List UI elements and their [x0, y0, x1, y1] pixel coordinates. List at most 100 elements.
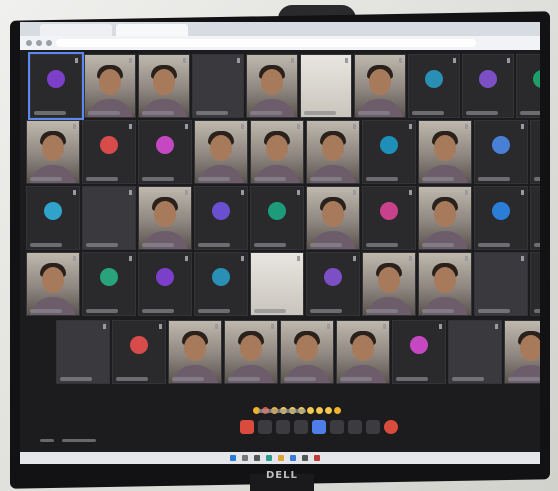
browser-tab-active[interactable]: [116, 24, 188, 36]
participant-video-face: [520, 334, 540, 361]
participant-name-label: [60, 377, 92, 381]
participant-tile[interactable]: [418, 120, 472, 184]
participant-name-label: [34, 111, 66, 115]
participant-tile[interactable]: [362, 252, 416, 316]
participants-icon[interactable]: [294, 420, 308, 434]
participant-avatar: [156, 267, 174, 286]
participant-name-label: [172, 377, 204, 381]
reaction-emoji-icon[interactable]: [334, 407, 341, 414]
participant-tile[interactable]: [82, 252, 136, 316]
reactions-icon[interactable]: [330, 420, 344, 434]
participant-tile[interactable]: [194, 252, 248, 316]
participant-tile[interactable]: [224, 320, 278, 384]
participant-tile[interactable]: [280, 320, 334, 384]
reaction-emoji-icon[interactable]: [316, 407, 323, 414]
participant-tile[interactable]: [448, 320, 502, 384]
participant-tile[interactable]: [250, 186, 304, 250]
video-icon[interactable]: [276, 420, 290, 434]
participant-tile[interactable]: [462, 54, 514, 118]
url-field[interactable]: [56, 39, 476, 47]
explorer-icon[interactable]: [278, 455, 284, 461]
mic-icon: [129, 190, 132, 195]
participant-tile[interactable]: [28, 52, 84, 120]
participant-tile[interactable]: [138, 54, 190, 118]
apps-icon[interactable]: [348, 420, 362, 434]
participant-tile[interactable]: [408, 54, 460, 118]
participant-tile[interactable]: [250, 120, 304, 184]
participant-video-body: [172, 365, 218, 383]
address-bar: [20, 36, 540, 50]
participant-video-body: [284, 365, 330, 383]
meeting-code: [61, 439, 96, 442]
mic-icon: [353, 256, 356, 261]
participant-tile[interactable]: [504, 320, 540, 384]
participant-tile[interactable]: [392, 320, 446, 384]
windows-start-icon[interactable]: [230, 455, 236, 461]
taskview-icon[interactable]: [254, 455, 260, 461]
mic-icon: [75, 58, 78, 63]
participant-name-label: [358, 111, 390, 115]
participant-tile[interactable]: [250, 252, 304, 316]
mic-icon: [73, 124, 76, 129]
participant-tile[interactable]: [192, 54, 244, 118]
app-icon[interactable]: [314, 455, 320, 461]
participant-tile[interactable]: [362, 186, 416, 250]
participant-tile[interactable]: [530, 120, 540, 184]
participant-tile[interactable]: [138, 120, 192, 184]
participant-tile[interactable]: [516, 54, 540, 118]
reaction-emoji-icon[interactable]: [325, 407, 332, 414]
participant-tile[interactable]: [138, 252, 192, 316]
reaction-emoji-icon[interactable]: [307, 407, 314, 414]
participant-tile[interactable]: [26, 120, 80, 184]
participant-tile[interactable]: [56, 320, 110, 384]
participant-tile[interactable]: [82, 120, 136, 184]
leave-icon[interactable]: [240, 420, 254, 434]
browser-tab[interactable]: [40, 24, 112, 36]
participant-tile[interactable]: [138, 186, 192, 250]
participant-tile[interactable]: [474, 252, 528, 316]
participant-tile[interactable]: [418, 252, 472, 316]
back-icon[interactable]: [26, 40, 32, 46]
participant-tile[interactable]: [168, 320, 222, 384]
participant-tile[interactable]: [246, 54, 298, 118]
mic-icon: [297, 124, 300, 129]
participant-name-label: [142, 309, 174, 313]
reload-icon[interactable]: [46, 40, 52, 46]
forward-icon[interactable]: [36, 40, 42, 46]
mail-icon[interactable]: [290, 455, 296, 461]
participant-tile[interactable]: [418, 186, 472, 250]
participant-tile[interactable]: [474, 186, 528, 250]
mic-icon: [383, 324, 386, 329]
participant-tile[interactable]: [194, 186, 248, 250]
participant-tile[interactable]: [362, 120, 416, 184]
participant-tile[interactable]: [112, 320, 166, 384]
participant-tile[interactable]: [26, 252, 80, 316]
search-icon[interactable]: [242, 455, 248, 461]
participant-tile[interactable]: [306, 186, 360, 250]
participant-avatar: [380, 135, 398, 154]
participant-tile[interactable]: [300, 54, 352, 118]
browser-icon[interactable]: [266, 455, 272, 461]
mic-icon[interactable]: [258, 420, 272, 434]
participant-tile[interactable]: [530, 186, 540, 250]
reactions-caption: [258, 409, 306, 413]
participant-tile[interactable]: [474, 120, 528, 184]
participant-video-face: [434, 266, 456, 293]
store-icon[interactable]: [302, 455, 308, 461]
participant-tile[interactable]: [354, 54, 406, 118]
participant-tile[interactable]: [194, 120, 248, 184]
participant-tile[interactable]: [336, 320, 390, 384]
participant-video-face: [210, 134, 232, 161]
participant-tile[interactable]: [82, 186, 136, 250]
participant-tile[interactable]: [84, 54, 136, 118]
participant-tile[interactable]: [306, 252, 360, 316]
participant-tile[interactable]: [306, 120, 360, 184]
end-call-icon[interactable]: [384, 420, 398, 434]
participant-name-label: [520, 111, 540, 115]
participant-name-label: [310, 177, 342, 181]
participant-tile[interactable]: [26, 186, 80, 250]
participant-tile[interactable]: [530, 252, 540, 316]
share-screen-icon[interactable]: [312, 420, 326, 434]
mic-icon: [345, 58, 348, 63]
more-icon[interactable]: [366, 420, 380, 434]
